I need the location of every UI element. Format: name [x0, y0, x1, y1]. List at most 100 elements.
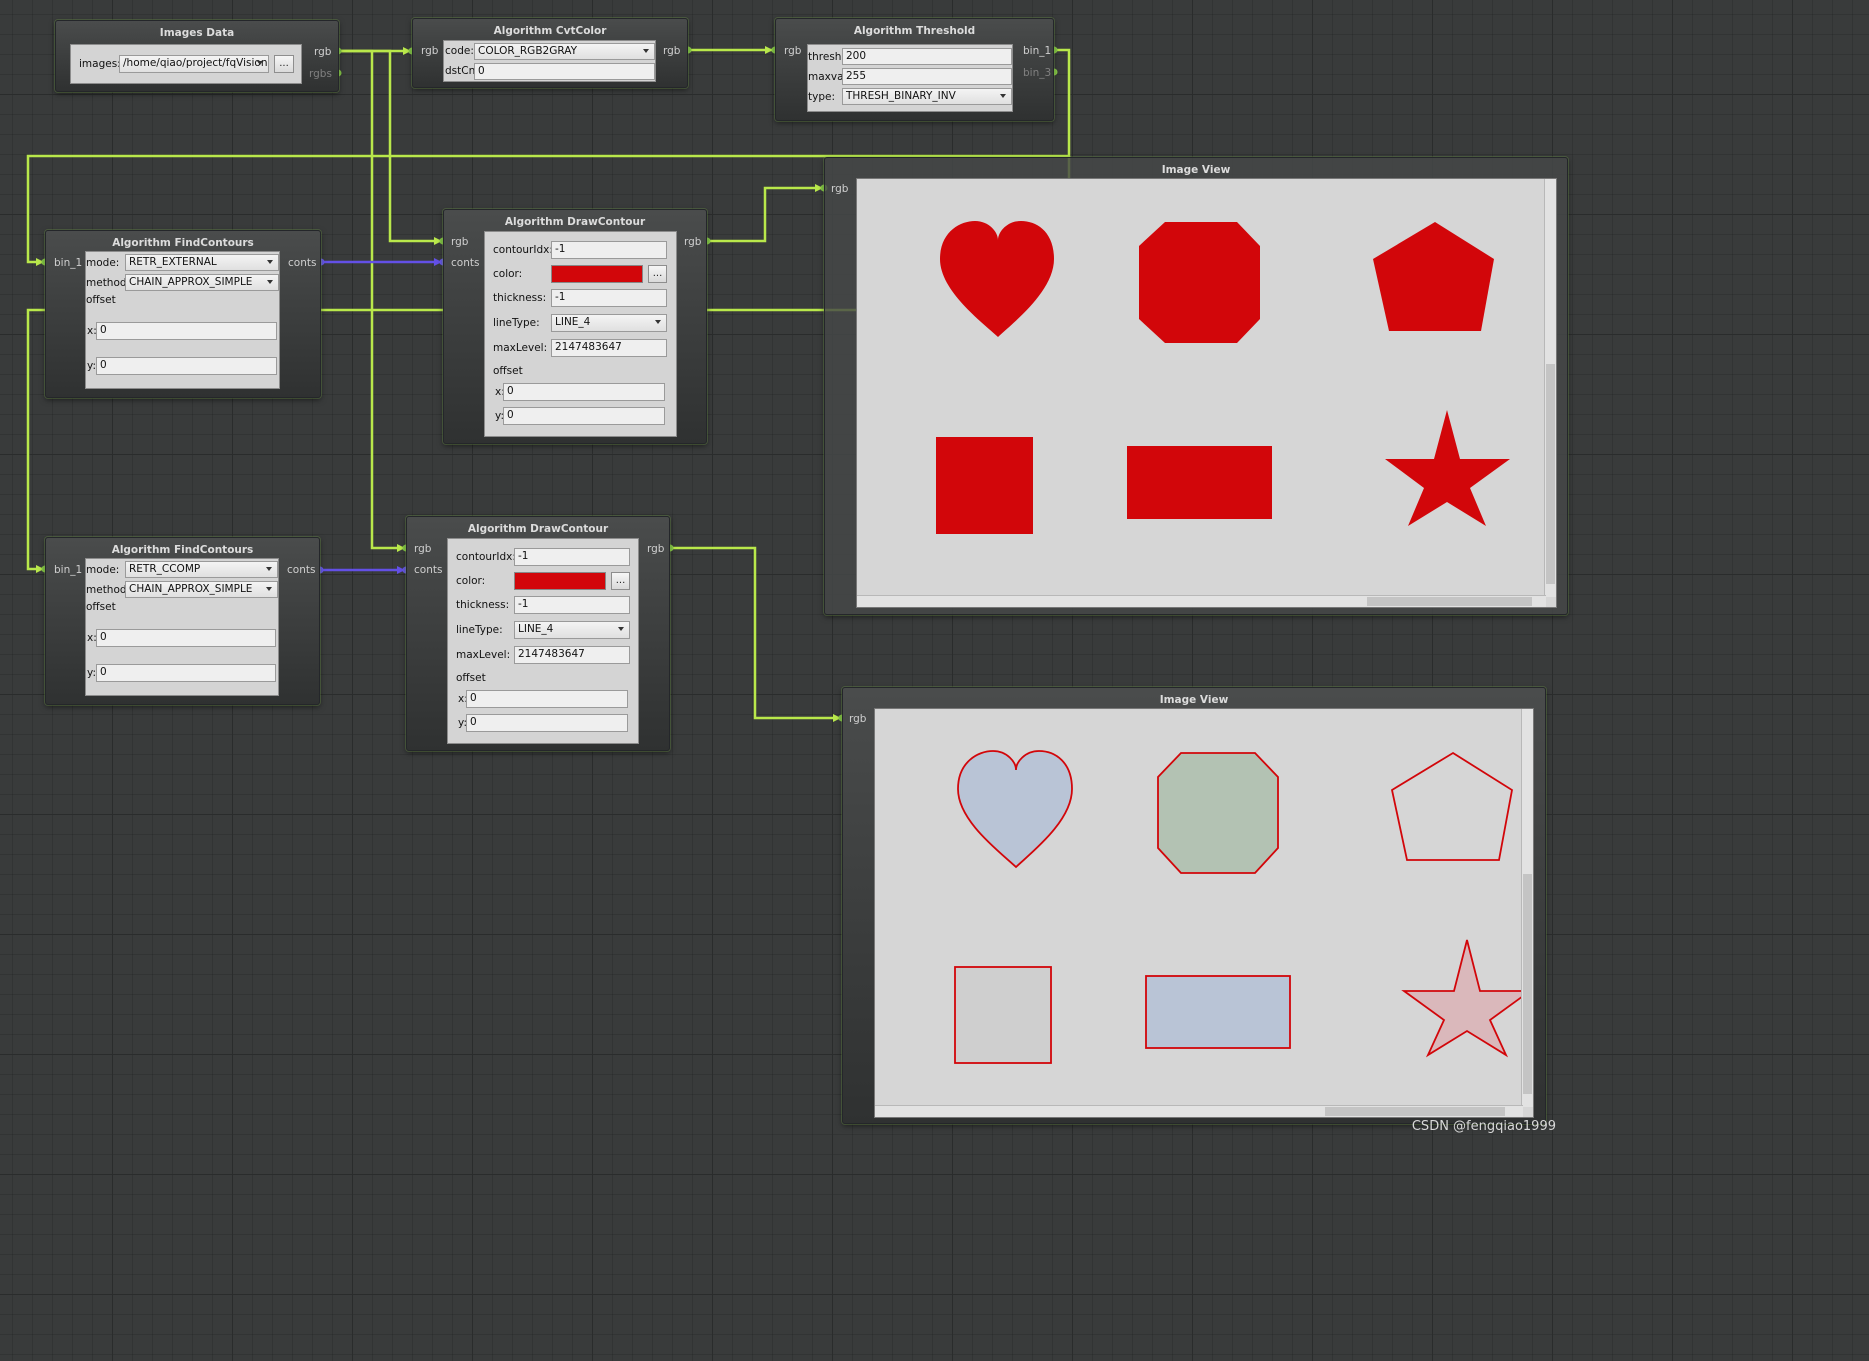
mode-label: mode:	[86, 257, 120, 269]
drawcontour-panel: contourIdx: -1 color: ... thickness: -1 …	[447, 538, 639, 744]
image-view-canvas[interactable]	[856, 178, 1557, 608]
heart-outline	[957, 750, 1073, 869]
thickness-input[interactable]: -1	[514, 596, 630, 614]
dstcn-input[interactable]: 0	[474, 63, 655, 80]
findcontours-panel: mode: RETR_EXTERNAL method: CHAIN_APPROX…	[85, 251, 280, 389]
images-label: images:	[79, 58, 121, 70]
color-swatch[interactable]	[551, 265, 643, 283]
node-title: Image View	[1159, 694, 1229, 706]
node-image-view-1[interactable]: Image View rgb	[824, 157, 1568, 615]
port-label-rgb-in: rgb	[451, 236, 469, 248]
offset-y-input[interactable]: 0	[503, 407, 665, 425]
contouridx-label: contourIdx:	[493, 244, 553, 256]
mode-combo[interactable]: RETR_EXTERNAL	[125, 254, 279, 271]
browse-images-button[interactable]: ...	[274, 55, 294, 73]
star-outline	[1401, 939, 1523, 1058]
wire-drawcontour2-to-view2	[670, 546, 841, 722]
thresh-label: thresh:	[808, 51, 845, 63]
color-picker-button[interactable]: ...	[648, 265, 667, 283]
rectangle-outline	[1145, 975, 1291, 1049]
offset-y-input[interactable]: 0	[466, 714, 628, 732]
color-swatch[interactable]	[514, 572, 606, 590]
image-view-canvas[interactable]	[874, 708, 1534, 1118]
findcontours-panel: mode: RETR_CCOMP method: CHAIN_APPROX_SI…	[85, 558, 279, 696]
offset-y-label: y:	[87, 360, 96, 372]
chevron-down-icon	[267, 260, 273, 264]
offset-x-input[interactable]: 0	[96, 629, 276, 647]
mode-value: RETR_CCOMP	[129, 563, 201, 575]
offset-x-input[interactable]: 0	[503, 383, 665, 401]
port-label-bin3: bin_3	[1023, 67, 1052, 79]
thresh-input[interactable]: 200	[842, 48, 1012, 65]
node-drawcontour-2[interactable]: Algorithm DrawContour rgb conts rgb cont…	[406, 516, 670, 751]
chevron-down-icon	[1000, 94, 1006, 98]
maxlevel-label: maxLevel:	[456, 649, 511, 661]
offset-y-label: y:	[87, 667, 96, 679]
port-label-rgb-in: rgb	[831, 183, 849, 195]
node-title: Algorithm Threshold	[853, 25, 976, 37]
offset-label: offset	[86, 601, 116, 613]
rectangle-shape	[1127, 446, 1272, 519]
method-label: method:	[86, 584, 131, 596]
method-combo[interactable]: CHAIN_APPROX_SIMPLE	[125, 274, 279, 291]
drawcontour-panel: contourIdx: -1 color: ... thickness: -1 …	[484, 231, 677, 437]
offset-label: offset	[456, 672, 486, 684]
method-value: CHAIN_APPROX_SIMPLE	[129, 276, 253, 288]
code-value: COLOR_RGB2GRAY	[478, 45, 577, 57]
images-path-combo[interactable]: /home/qiao/project/fqVision	[119, 55, 269, 73]
vertical-scrollbar[interactable]	[1521, 709, 1533, 1107]
type-combo[interactable]: THRESH_BINARY_INV	[842, 88, 1012, 105]
offset-y-input[interactable]: 0	[96, 664, 276, 682]
color-label: color:	[456, 575, 486, 587]
node-title: Algorithm CvtColor	[493, 25, 607, 37]
linetype-combo[interactable]: LINE_4	[551, 314, 667, 332]
linetype-combo[interactable]: LINE_4	[514, 621, 630, 639]
mode-value: RETR_EXTERNAL	[129, 256, 217, 268]
node-threshold[interactable]: Algorithm Threshold rgb bin_1 bin_3 thre…	[775, 18, 1054, 121]
contouridx-input[interactable]: -1	[514, 548, 630, 566]
images-panel: images: /home/qiao/project/fqVision ...	[70, 44, 302, 84]
node-title: Algorithm FindContours	[111, 544, 254, 556]
maxval-input[interactable]: 255	[842, 68, 1012, 85]
node-findcontours-1[interactable]: Algorithm FindContours bin_1 conts mode:…	[45, 230, 321, 398]
offset-x-input[interactable]: 0	[466, 690, 628, 708]
code-combo[interactable]: COLOR_RGB2GRAY	[474, 43, 655, 60]
scroll-thumb[interactable]	[1546, 364, 1555, 584]
vertical-scrollbar[interactable]	[1544, 179, 1556, 597]
star-shape	[1385, 410, 1510, 526]
node-drawcontour-1[interactable]: Algorithm DrawContour rgb conts rgb cont…	[443, 209, 707, 444]
maxlevel-input[interactable]: 2147483647	[514, 646, 630, 664]
port-label-rgb-in: rgb	[849, 713, 867, 725]
scroll-thumb[interactable]	[1523, 874, 1532, 1094]
color-picker-button[interactable]: ...	[611, 572, 630, 590]
scroll-thumb[interactable]	[1325, 1107, 1505, 1116]
node-title: Images Data	[159, 27, 235, 39]
node-image-view-2[interactable]: Image View rgb	[842, 687, 1546, 1124]
mode-combo[interactable]: RETR_CCOMP	[125, 561, 278, 578]
node-images-data[interactable]: Images Data images: /home/qiao/project/f…	[55, 20, 339, 92]
square-outline	[954, 966, 1052, 1064]
horizontal-scrollbar[interactable]	[875, 1105, 1523, 1117]
thickness-input[interactable]: -1	[551, 289, 667, 307]
contouridx-input[interactable]: -1	[551, 241, 667, 259]
chevron-down-icon	[643, 49, 649, 53]
chevron-down-icon	[655, 320, 661, 324]
port-label-conts: conts	[288, 257, 317, 269]
method-combo[interactable]: CHAIN_APPROX_SIMPLE	[125, 581, 278, 598]
node-findcontours-2[interactable]: Algorithm FindContours bin_1 conts mode:…	[45, 537, 320, 705]
thickness-label: thickness:	[493, 292, 547, 304]
port-label-rgbs: rgbs	[309, 68, 332, 80]
offset-x-input[interactable]: 0	[96, 322, 277, 340]
horizontal-scrollbar[interactable]	[857, 595, 1546, 607]
square-shape	[936, 437, 1033, 534]
scroll-thumb[interactable]	[1367, 597, 1532, 606]
wire-drawcontour1-to-view1	[707, 184, 823, 243]
outlined-contours-image	[954, 750, 1523, 1064]
chevron-down-icon	[267, 280, 273, 284]
maxlevel-input[interactable]: 2147483647	[551, 339, 667, 357]
node-cvtcolor[interactable]: Algorithm CvtColor rgb rgb code: COLOR_R…	[412, 18, 688, 88]
port-label-bin1: bin_1	[54, 257, 83, 269]
offset-y-input[interactable]: 0	[96, 357, 277, 375]
cvtcolor-panel: code: COLOR_RGB2GRAY dstCn: 0	[443, 40, 656, 82]
port-label-rgb-in: rgb	[414, 543, 432, 555]
